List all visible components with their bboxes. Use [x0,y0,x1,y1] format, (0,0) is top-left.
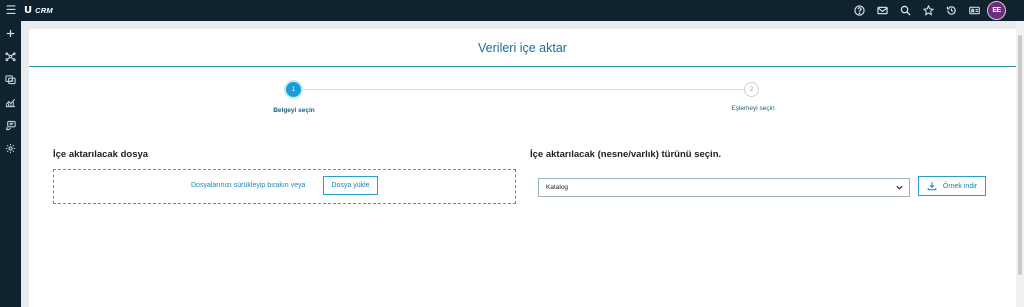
brand-logo-mark: U [24,4,33,16]
sales-icon[interactable] [3,72,18,87]
type-section-title: İçe aktarılacak (nesne/varlık) türünü se… [530,149,722,160]
search-icon[interactable] [897,3,913,18]
brand-logo[interactable]: U CRM [24,3,53,17]
page-title: Verileri içe aktar [478,41,567,55]
step-1-label: Belgeyi seçin [273,107,315,114]
history-icon[interactable] [943,3,959,18]
file-section-title: İçe aktarılacak dosya [53,149,149,160]
dropzone-text: Dosyalarınızı sürükleyip bırakın veya [191,182,306,189]
download-sample-button[interactable]: Örnek indir [918,176,986,196]
step-1-indicator[interactable]: 1 [286,82,301,97]
support-icon[interactable] [3,118,18,133]
chart-icon[interactable] [3,95,18,110]
user-avatar[interactable]: EE [987,1,1006,20]
file-dropzone[interactable]: Dosyalarınızı sürükleyip bırakın veya Do… [53,169,516,204]
top-bar: ☰ U CRM EE [0,0,1024,21]
step-2-label: Eşlemeyi seçin [731,105,775,112]
mail-icon[interactable] [874,3,890,18]
import-panel: Verileri içe aktar 1 2 Belgeyi seçin Eşl… [29,29,1016,307]
scrollbar-thumb[interactable] [1018,35,1022,275]
header-actions [851,3,982,18]
network-icon[interactable] [3,49,18,64]
upload-file-button[interactable]: Dosya yükle [323,176,378,195]
entity-type-select[interactable]: Katalog [538,178,910,197]
help-icon[interactable] [851,3,867,18]
id-card-icon[interactable] [966,3,982,18]
selected-entity-type: Katalog [546,184,569,191]
chevron-down-icon [896,185,903,190]
star-icon[interactable] [920,3,936,18]
settings-icon[interactable] [3,141,18,156]
download-icon [927,182,937,191]
side-navigation [0,21,21,307]
plus-icon[interactable] [3,26,18,41]
page-scrollbar[interactable] [1016,21,1024,307]
panel-header: Verileri içe aktar [29,29,1016,67]
hamburger-icon[interactable]: ☰ [4,3,18,17]
step-2-indicator[interactable]: 2 [744,82,759,97]
brand-name: CRM [35,5,53,15]
stepper-line [300,89,745,90]
download-sample-label: Örnek indir [942,182,978,190]
